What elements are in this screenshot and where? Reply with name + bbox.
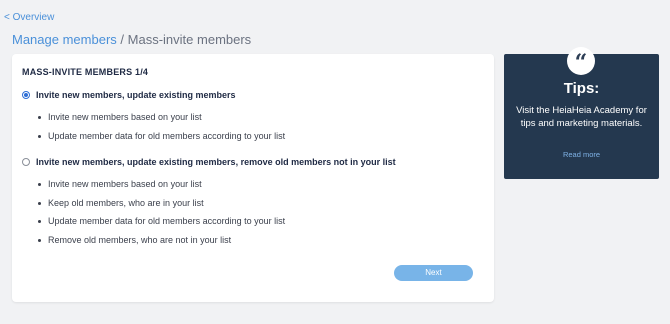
read-more-link[interactable]: Read more (504, 150, 659, 159)
list-item-text: Remove old members, who are not in your … (48, 234, 232, 245)
list-item-text: Update member data for old members accor… (48, 130, 286, 141)
breadcrumb: Manage members / Mass-invite members (12, 32, 251, 47)
list-item-text: Invite new members based on your list (48, 112, 202, 122)
breadcrumb-current: Mass-invite members (127, 32, 252, 47)
quote-glyph: “ (574, 50, 588, 76)
card-title: MASS-INVITE MEMBERS 1/4 (22, 67, 149, 77)
list-item: Invite new members based on your list (38, 178, 285, 197)
option-1-details: Invite new members based on your list Up… (38, 111, 285, 148)
back-to-overview-link[interactable]: < Overview (4, 12, 54, 23)
quote-icon: “ (567, 47, 595, 76)
option-2-details: Invite new members based on your list Ke… (38, 178, 285, 252)
breadcrumb-separator: / (120, 32, 125, 47)
next-button[interactable]: Next (394, 265, 473, 281)
tips-panel: “ Tips: Visit the HeiaHeia Academy for t… (504, 47, 659, 179)
option-label[interactable]: Invite new members, update existing memb… (36, 157, 396, 167)
option-label[interactable]: Invite new members, update existing memb… (36, 90, 236, 100)
list-item: Invite new members based on your list (38, 111, 285, 130)
list-item-text: Keep old members, who are in your list (48, 197, 204, 208)
list-item: Remove old members, who are not in your … (38, 234, 285, 253)
list-item-text: Invite new members based on your list (48, 179, 202, 189)
bullet-icon (38, 134, 41, 138)
option-remove-old[interactable]: Invite new members, update existing memb… (22, 157, 396, 167)
list-item: Update member data for old members accor… (38, 215, 285, 234)
mass-invite-card: MASS-INVITE MEMBERS 1/4 Invite new membe… (12, 54, 494, 302)
option-update-existing[interactable]: Invite new members, update existing memb… (22, 90, 236, 100)
radio-remove-old[interactable] (22, 158, 30, 166)
bullet-icon (38, 183, 41, 186)
list-item: Update member data for old members accor… (38, 130, 285, 149)
list-item: Keep old members, who are in your list (38, 197, 285, 216)
bullet-icon (38, 238, 41, 242)
bullet-icon (38, 116, 41, 119)
tips-title: Tips: (563, 80, 600, 97)
breadcrumb-manage-members[interactable]: Manage members (12, 32, 117, 47)
bullet-icon (38, 220, 41, 223)
radio-update-existing[interactable] (22, 91, 30, 99)
list-item-text: Update member data for old members accor… (48, 216, 286, 226)
tips-body: Visit the HeiaHeia Academy for tips and … (516, 105, 647, 129)
bullet-icon (38, 201, 41, 205)
